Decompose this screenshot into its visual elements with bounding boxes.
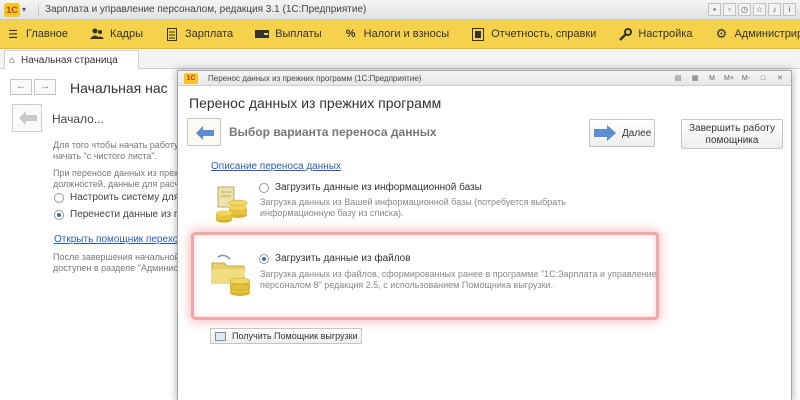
wallet-icon bbox=[255, 27, 270, 41]
list-icon[interactable]: ▤ bbox=[671, 73, 685, 84]
forward-arrow-icon[interactable]: → bbox=[34, 79, 56, 95]
intro-text-line: При переносе данных из преж bbox=[53, 168, 180, 178]
arrow-left-icon bbox=[196, 126, 214, 140]
option-description-line: Загрузка данных из Вашей информационной … bbox=[260, 197, 566, 207]
wizard-step-title: Начало... bbox=[52, 112, 104, 126]
page-title: Начальная нас bbox=[70, 80, 168, 96]
history-icon[interactable]: ◷ bbox=[738, 3, 751, 16]
open-transition-helper-link[interactable]: Открыть помощник перехода с bbox=[54, 234, 197, 245]
dialog-titlebar: 1С Перенос данных из прежних программ (1… bbox=[178, 71, 791, 86]
finish-label-line: помощника bbox=[705, 135, 759, 146]
home-icon: ⌂ bbox=[9, 54, 16, 66]
calendar-icon[interactable]: ▦ bbox=[688, 73, 702, 84]
history-navigation: ← → bbox=[10, 79, 56, 95]
menu-item-label: Налоги и взносы bbox=[363, 28, 450, 40]
print-icon[interactable]: ▫ bbox=[723, 3, 736, 16]
radio-transfer-data[interactable]: Перенести данные из преж bbox=[54, 209, 197, 220]
section-title: Выбор варианта переноса данных bbox=[229, 125, 437, 139]
memory-plus-button[interactable]: M+ bbox=[722, 73, 736, 84]
menu-item-label: Выплаты bbox=[275, 28, 322, 40]
tab-label: Начальная страница bbox=[21, 54, 118, 66]
people-icon bbox=[90, 27, 105, 41]
radio-circle[interactable] bbox=[54, 209, 64, 220]
arrow-right-icon bbox=[594, 125, 616, 141]
footer-text-line: После завершения начальной bbox=[53, 252, 180, 262]
sections-menu: ☰ Главное Кадры Зарплата Выплаты % Налог… bbox=[0, 20, 800, 49]
radio-circle[interactable] bbox=[259, 182, 269, 193]
save-icon[interactable]: ▪ bbox=[708, 3, 721, 16]
button-label: Получить Помощник выгрузки bbox=[232, 331, 358, 341]
hamburger-icon: ☰ bbox=[8, 28, 18, 41]
memory-button[interactable]: M bbox=[705, 73, 719, 84]
intro-text-line: должностей, данные для расче bbox=[53, 179, 185, 189]
menu-item-label: Кадры bbox=[110, 28, 143, 40]
description-link[interactable]: Описание переноса данных bbox=[211, 161, 341, 172]
app-logo[interactable]: 1С bbox=[4, 2, 20, 17]
menu-item-hr[interactable]: Кадры bbox=[90, 27, 143, 41]
arrow-left-icon bbox=[19, 111, 37, 125]
gear-icon: ⚙ bbox=[715, 26, 728, 41]
intro-text-line: Для того чтобы начать работу с bbox=[53, 140, 186, 150]
report-icon bbox=[471, 27, 485, 41]
option-description-line: персоналом 8" редакция 2.5, с использова… bbox=[260, 280, 554, 290]
menu-item-payments[interactable]: Выплаты bbox=[255, 27, 322, 41]
radio-circle[interactable] bbox=[54, 192, 64, 203]
option-description-line: информационную базу из списка). bbox=[260, 208, 404, 218]
dialog-logo: 1С bbox=[184, 72, 198, 84]
chevron-down-icon[interactable]: ▾ bbox=[22, 5, 30, 14]
menu-item-salary[interactable]: Зарплата bbox=[165, 27, 233, 41]
save-icon bbox=[215, 331, 226, 341]
tab-home[interactable]: ⌂ Начальная страница bbox=[4, 50, 139, 69]
wrench-icon bbox=[618, 27, 632, 41]
menu-item-reports[interactable]: Отчетность, справки bbox=[471, 27, 596, 41]
finish-label-line: Завершить работу bbox=[689, 123, 775, 134]
maximize-icon[interactable]: □ bbox=[756, 73, 770, 84]
menu-item-label: Администрирование bbox=[734, 28, 800, 40]
titlebar-divider bbox=[38, 3, 39, 16]
window-title: Зарплата и управление персоналом, редакц… bbox=[45, 4, 367, 15]
dialog-title: Перенос данных из прежних программ bbox=[189, 95, 442, 111]
memory-minus-button[interactable]: M- bbox=[739, 73, 753, 84]
radio-label: Загрузить данные из информационной базы bbox=[275, 182, 482, 193]
menu-item-main[interactable]: ☰ Главное bbox=[6, 27, 68, 41]
finish-wizard-button[interactable]: Завершить работу помощника bbox=[681, 119, 783, 149]
menu-item-taxes[interactable]: % Налоги и взносы bbox=[344, 27, 450, 41]
document-icon bbox=[165, 27, 179, 41]
footer-text-line: доступен в разделе "Админист bbox=[53, 263, 182, 273]
wizard-back-button[interactable] bbox=[12, 104, 42, 132]
transfer-dialog: 1С Перенос данных из прежних программ (1… bbox=[177, 70, 792, 400]
option-description-line: Загрузка данных из файлов, сформированны… bbox=[260, 269, 657, 279]
menu-item-settings[interactable]: Настройка bbox=[618, 27, 692, 41]
dialog-tools: ▤ ▦ M M+ M- □ ✕ bbox=[671, 73, 787, 84]
menu-item-admin[interactable]: ⚙ Администрирование bbox=[714, 26, 800, 41]
open-tabs: ⌂ Начальная страница bbox=[0, 49, 800, 69]
get-export-helper-button[interactable]: Получить Помощник выгрузки bbox=[210, 328, 362, 344]
back-button[interactable] bbox=[187, 118, 221, 146]
radio-load-from-infobase[interactable]: Загрузить данные из информационной базы bbox=[259, 182, 482, 193]
database-coins-icon bbox=[212, 185, 252, 228]
menu-item-label: Настройка bbox=[638, 28, 693, 40]
radio-circle[interactable] bbox=[259, 253, 269, 264]
titlebar-tools: ▪ ▫ ◷ ☆ ♪ i bbox=[708, 3, 796, 16]
menu-item-label: Отчетность, справки bbox=[491, 28, 597, 40]
dialog-window-title: Перенос данных из прежних программ (1С:П… bbox=[208, 73, 422, 83]
folder-coins-icon bbox=[210, 253, 256, 300]
percent-icon: % bbox=[345, 28, 356, 40]
back-arrow-icon[interactable]: ← bbox=[10, 79, 32, 95]
next-button[interactable]: Далее bbox=[589, 119, 655, 147]
radio-load-from-files[interactable]: Загрузить данные из файлов bbox=[259, 253, 411, 264]
menu-item-label: Главное bbox=[26, 28, 69, 40]
star-icon[interactable]: ☆ bbox=[753, 3, 766, 16]
radio-label: Загрузить данные из файлов bbox=[275, 253, 411, 264]
next-label: Далее bbox=[622, 127, 652, 139]
info-icon[interactable]: i bbox=[783, 3, 796, 16]
menu-item-label: Зарплата bbox=[185, 28, 234, 40]
bell-icon[interactable]: ♪ bbox=[768, 3, 781, 16]
close-icon[interactable]: ✕ bbox=[773, 73, 787, 84]
intro-text-line: начать "с чистого листа". bbox=[53, 151, 158, 161]
app-titlebar: 1С ▾ Зарплата и управление персоналом, р… bbox=[0, 0, 800, 20]
